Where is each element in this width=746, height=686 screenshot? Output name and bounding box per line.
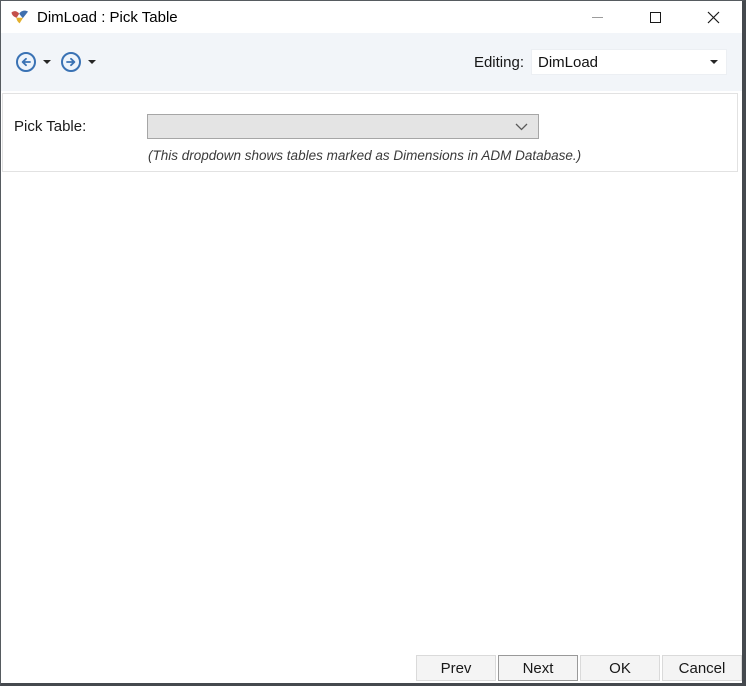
pick-table-panel: Pick Table: (This dropdown shows tables … xyxy=(2,93,738,172)
caret-down-icon xyxy=(43,60,51,64)
caret-down-icon xyxy=(710,60,718,64)
helper-text: (This dropdown shows tables marked as Di… xyxy=(148,148,737,163)
editing-combobox[interactable]: DimLoad xyxy=(531,49,727,75)
forward-dropdown-button[interactable] xyxy=(82,51,102,73)
window-title: DimLoad : Pick Table xyxy=(37,9,178,26)
close-button[interactable] xyxy=(684,1,742,33)
footer-button-bar: Prev Next OK Cancel xyxy=(1,655,742,683)
caret-down-icon xyxy=(88,60,96,64)
minimize-icon xyxy=(592,17,603,18)
forward-circle-arrow-icon xyxy=(60,51,82,73)
prev-button[interactable]: Prev xyxy=(416,655,496,681)
maximize-button[interactable] xyxy=(626,1,684,33)
back-circle-arrow-icon xyxy=(15,51,37,73)
navigation-toolbar: Editing: DimLoad xyxy=(1,33,742,91)
next-button[interactable]: Next xyxy=(498,655,578,681)
minimize-button[interactable] xyxy=(568,1,626,33)
pick-table-dropdown[interactable] xyxy=(147,114,539,139)
pick-table-label: Pick Table: xyxy=(14,118,147,135)
editing-label: Editing: xyxy=(474,54,524,71)
dialog-window: DimLoad : Pick Table xyxy=(0,0,746,686)
pick-table-row: Pick Table: xyxy=(3,114,737,139)
close-icon xyxy=(707,11,720,24)
app-logo-icon xyxy=(11,9,29,25)
editing-combobox-value: DimLoad xyxy=(538,54,710,71)
chevron-down-icon xyxy=(515,123,528,131)
maximize-icon xyxy=(650,12,661,23)
title-bar: DimLoad : Pick Table xyxy=(1,1,742,33)
main-area xyxy=(1,172,742,655)
cancel-button[interactable]: Cancel xyxy=(662,655,742,681)
forward-button[interactable] xyxy=(60,51,82,73)
editing-group: Editing: DimLoad xyxy=(474,49,727,75)
back-button[interactable] xyxy=(15,51,37,73)
back-dropdown-button[interactable] xyxy=(37,51,57,73)
ok-button[interactable]: OK xyxy=(580,655,660,681)
